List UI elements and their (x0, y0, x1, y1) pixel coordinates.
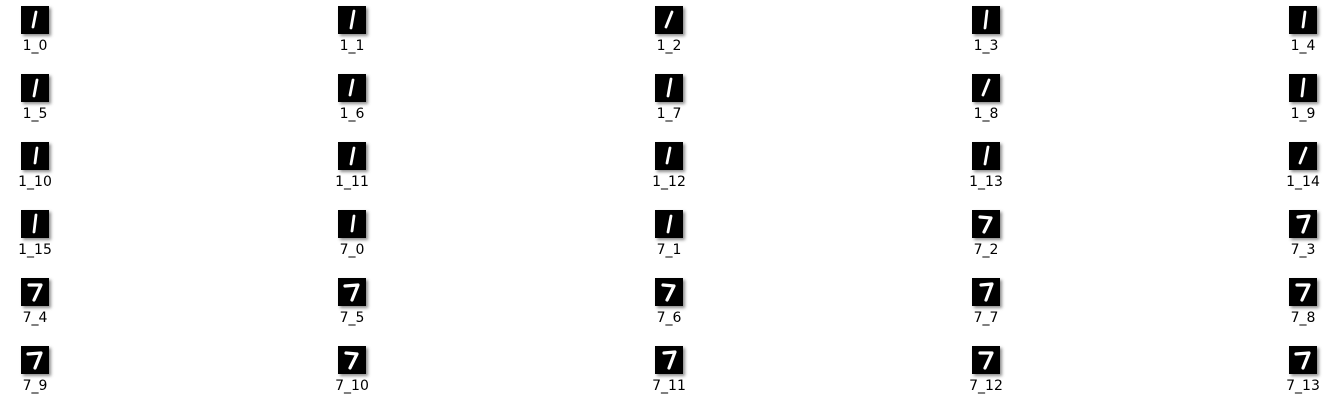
file-item[interactable]: 7_11 (649, 340, 709, 406)
image-thumbnail-icon (655, 346, 683, 374)
file-name-label: 1_0 (22, 38, 48, 54)
file-item[interactable]: 1_12 (649, 136, 709, 202)
file-item[interactable]: 1_6 (332, 68, 392, 134)
file-item[interactable]: 7_0 (332, 204, 392, 270)
image-thumbnail-icon (972, 74, 1000, 102)
file-item[interactable]: 1_4 (1283, 0, 1338, 66)
file-item[interactable]: 1_11 (332, 136, 392, 202)
image-thumbnail-icon (1289, 346, 1317, 374)
file-name-label: 7_4 (22, 310, 48, 326)
file-item[interactable]: 1_7 (649, 68, 709, 134)
file-name-label: 1_11 (335, 174, 369, 190)
file-item[interactable]: 1_1 (332, 0, 392, 66)
file-item[interactable]: 7_8 (1283, 272, 1338, 338)
image-thumbnail-icon (21, 278, 49, 306)
file-name-label: 1_7 (656, 106, 682, 122)
file-name-label: 1_1 (339, 38, 365, 54)
file-name-label: 1_5 (22, 106, 48, 122)
image-thumbnail-icon (21, 6, 49, 34)
file-name-label: 7_10 (335, 378, 369, 394)
image-thumbnail-icon (338, 346, 366, 374)
file-item[interactable]: 1_13 (966, 136, 1026, 202)
file-grid: 1_0 1_1 1_2 1_3 1_4 1_5 1_6 1_7 1_8 1_9 1_10 1_11 1_… (0, 0, 1338, 410)
file-item[interactable]: 1_10 (15, 136, 75, 202)
image-thumbnail-icon (338, 210, 366, 238)
file-name-label: 7_12 (969, 378, 1003, 394)
file-item[interactable]: 7_2 (966, 204, 1026, 270)
image-thumbnail-icon (655, 210, 683, 238)
file-item[interactable]: 7_13 (1283, 340, 1338, 406)
file-name-label: 1_10 (18, 174, 52, 190)
image-thumbnail-icon (21, 346, 49, 374)
file-item[interactable]: 7_6 (649, 272, 709, 338)
image-thumbnail-icon (1289, 210, 1317, 238)
file-item[interactable]: 7_3 (1283, 204, 1338, 270)
file-name-label: 7_6 (656, 310, 682, 326)
file-item[interactable]: 7_1 (649, 204, 709, 270)
file-item[interactable]: 7_12 (966, 340, 1026, 406)
file-item[interactable]: 7_9 (15, 340, 75, 406)
image-thumbnail-icon (655, 278, 683, 306)
image-thumbnail-icon (1289, 6, 1317, 34)
file-item[interactable]: 7_5 (332, 272, 392, 338)
file-name-label: 1_2 (656, 38, 682, 54)
image-thumbnail-icon (972, 278, 1000, 306)
file-name-label: 1_3 (973, 38, 999, 54)
image-thumbnail-icon (972, 210, 1000, 238)
file-name-label: 1_14 (1286, 174, 1320, 190)
file-item[interactable]: 1_15 (15, 204, 75, 270)
file-name-label: 7_0 (339, 242, 365, 258)
file-name-label: 7_2 (973, 242, 999, 258)
image-thumbnail-icon (972, 346, 1000, 374)
image-thumbnail-icon (972, 142, 1000, 170)
file-name-label: 7_8 (1290, 310, 1316, 326)
image-thumbnail-icon (21, 74, 49, 102)
file-name-label: 1_15 (18, 242, 52, 258)
image-thumbnail-icon (338, 6, 366, 34)
file-item[interactable]: 1_0 (15, 0, 75, 66)
file-name-label: 1_12 (652, 174, 686, 190)
file-name-label: 7_5 (339, 310, 365, 326)
image-thumbnail-icon (21, 142, 49, 170)
image-thumbnail-icon (338, 74, 366, 102)
file-name-label: 1_4 (1290, 38, 1316, 54)
file-name-label: 7_7 (973, 310, 999, 326)
file-name-label: 7_1 (656, 242, 682, 258)
image-thumbnail-icon (338, 278, 366, 306)
file-name-label: 1_8 (973, 106, 999, 122)
file-name-label: 7_11 (652, 378, 686, 394)
image-thumbnail-icon (655, 74, 683, 102)
file-item[interactable]: 1_8 (966, 68, 1026, 134)
file-item[interactable]: 7_10 (332, 340, 392, 406)
image-thumbnail-icon (1289, 74, 1317, 102)
image-thumbnail-icon (338, 142, 366, 170)
image-thumbnail-icon (1289, 142, 1317, 170)
file-name-label: 7_9 (22, 378, 48, 394)
file-item[interactable]: 7_7 (966, 272, 1026, 338)
file-name-label: 1_9 (1290, 106, 1316, 122)
file-item[interactable]: 1_5 (15, 68, 75, 134)
image-thumbnail-icon (972, 6, 1000, 34)
file-item[interactable]: 1_2 (649, 0, 709, 66)
file-item[interactable]: 1_3 (966, 0, 1026, 66)
file-item[interactable]: 7_4 (15, 272, 75, 338)
file-item[interactable]: 1_14 (1283, 136, 1338, 202)
file-name-label: 7_3 (1290, 242, 1316, 258)
image-thumbnail-icon (655, 142, 683, 170)
file-name-label: 7_13 (1286, 378, 1320, 394)
file-name-label: 1_13 (969, 174, 1003, 190)
file-name-label: 1_6 (339, 106, 365, 122)
file-item[interactable]: 1_9 (1283, 68, 1338, 134)
image-thumbnail-icon (655, 6, 683, 34)
image-thumbnail-icon (1289, 278, 1317, 306)
image-thumbnail-icon (21, 210, 49, 238)
